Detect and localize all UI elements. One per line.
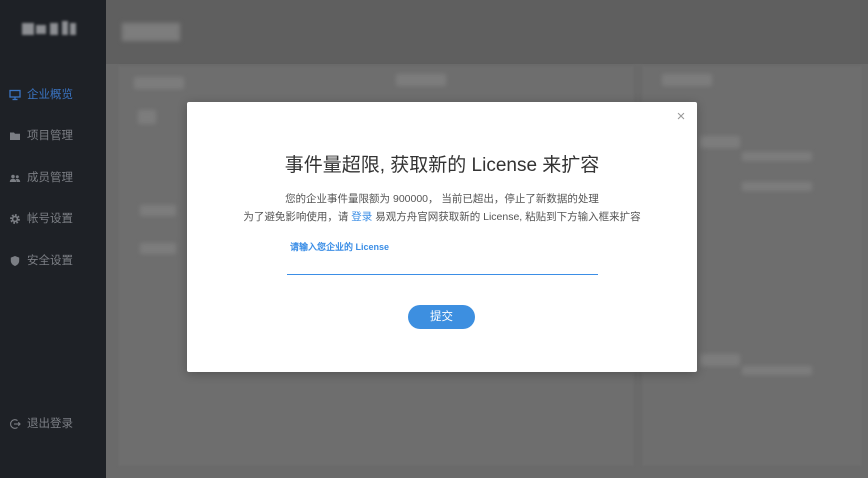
blurred-placeholder — [662, 74, 712, 86]
page-header — [106, 0, 868, 64]
instruction-suffix: 易观方舟官网获取新的 License, 粘贴到下方输入框来扩容 — [372, 211, 641, 223]
logout-label: 退出登录 — [27, 418, 73, 430]
sidebar-item-overview[interactable]: 企业概览 — [0, 85, 106, 105]
blurred-placeholder — [140, 205, 176, 216]
blurred-placeholder — [138, 110, 156, 124]
modal-title: 事件量超限, 获取新的 License 来扩容 — [284, 155, 600, 176]
shield-icon — [9, 255, 21, 267]
users-icon — [9, 172, 21, 184]
license-input-label: 请输入您企业的 License — [290, 242, 390, 252]
login-link[interactable]: 登录 — [351, 211, 372, 223]
license-input[interactable] — [287, 257, 598, 275]
logout-button[interactable]: 退出登录 — [0, 414, 106, 434]
blurred-placeholder — [742, 182, 812, 191]
sidebar-item-label: 项目管理 — [27, 130, 73, 142]
instruction-prefix: 为了避免影响使用，请 — [243, 211, 352, 223]
sidebar-item-projects[interactable]: 项目管理 — [0, 126, 106, 146]
sidebar-item-account-settings[interactable]: 帐号设置 — [0, 209, 106, 229]
blurred-page-title — [122, 23, 180, 41]
sidebar-item-security-settings[interactable]: 安全设置 — [0, 251, 106, 271]
sidebar-item-label: 帐号设置 — [27, 213, 73, 225]
blurred-placeholder — [700, 136, 740, 148]
gear-icon — [9, 213, 21, 225]
blurred-placeholder — [396, 74, 446, 86]
quota-message: 您的企业事件量限额为 900000， 当前已超出，停止了新数据的处理 — [285, 193, 599, 205]
blurred-placeholder — [742, 152, 812, 161]
blurred-placeholder — [140, 243, 176, 254]
blurred-placeholder — [742, 366, 812, 375]
sidebar-item-members[interactable]: 成员管理 — [0, 168, 106, 188]
dashboard-icon — [9, 89, 21, 101]
blurred-placeholder — [134, 77, 184, 89]
blurred-placeholder — [700, 354, 740, 366]
brand-logo — [22, 21, 76, 37]
logout-icon — [9, 418, 21, 430]
sidebar: 企业概览 项目管理 成员管理 帐号设置 安全设置 退出登录 — [0, 0, 106, 478]
sidebar-item-label: 企业概览 — [27, 89, 73, 101]
folder-icon — [9, 130, 21, 142]
sidebar-item-label: 安全设置 — [27, 255, 73, 267]
submit-button[interactable]: 提交 — [408, 305, 475, 329]
instruction-message: 为了避免影响使用，请 登录 易观方舟官网获取新的 License, 粘贴到下方输… — [187, 208, 697, 226]
sidebar-item-label: 成员管理 — [27, 172, 73, 184]
license-modal: × 事件量超限, 获取新的 License 来扩容 您的企业事件量限额为 900… — [187, 102, 697, 372]
close-icon[interactable]: × — [674, 108, 688, 126]
